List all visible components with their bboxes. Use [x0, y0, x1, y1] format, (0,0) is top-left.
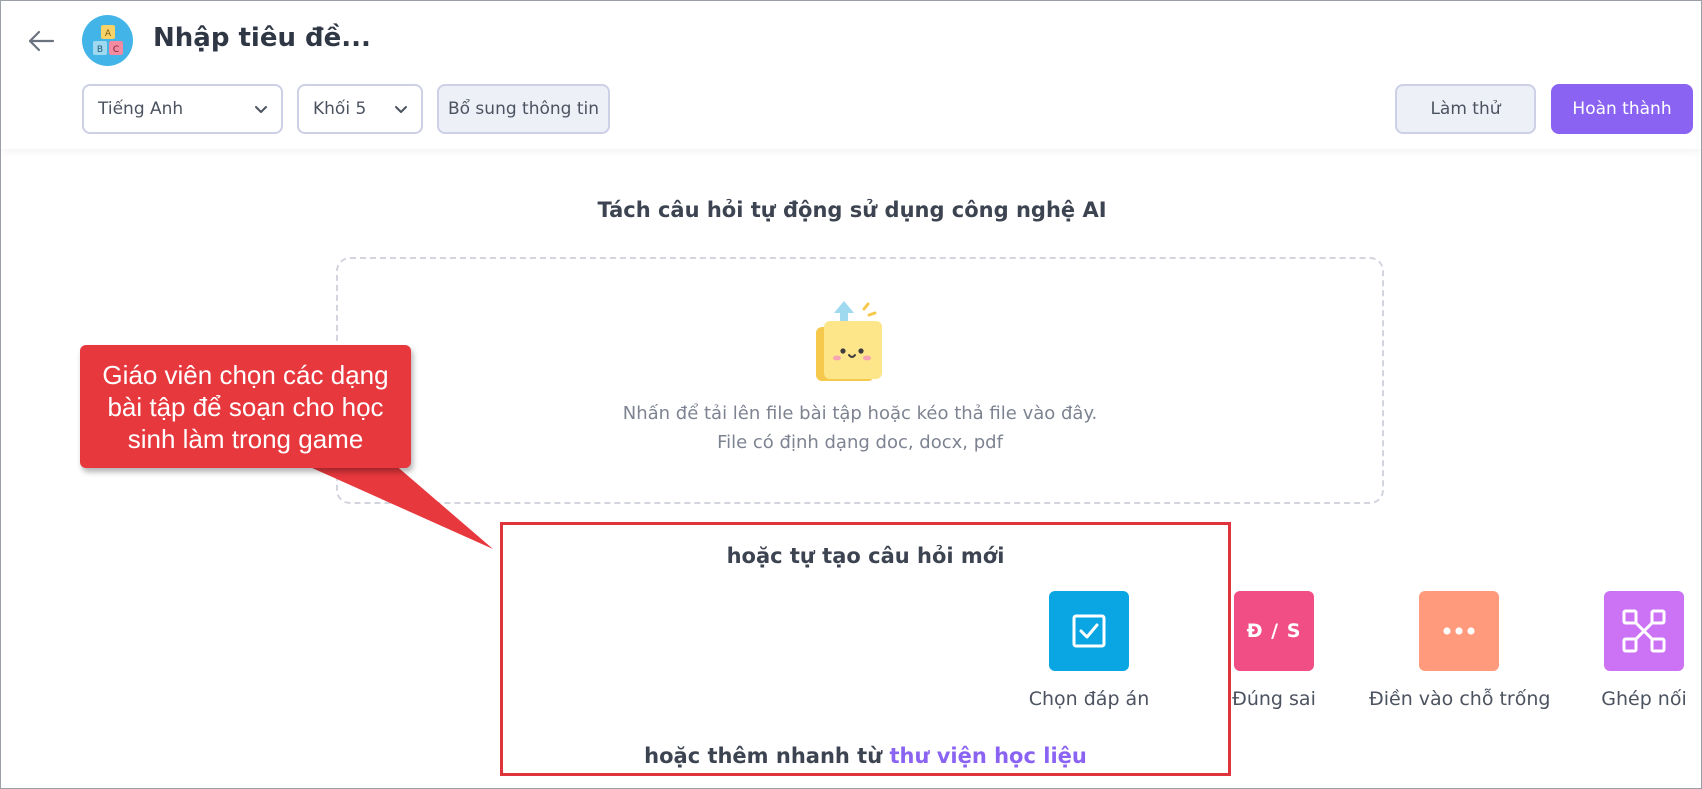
question-type-label: Điền vào chỗ trống — [1369, 688, 1551, 710]
match-nodes-icon — [1622, 609, 1666, 653]
true-false-tile: Đ / S — [1234, 591, 1314, 671]
chevron-down-icon — [255, 106, 267, 113]
library-link[interactable]: thư viện học liệu — [889, 744, 1086, 768]
create-section-title: hoặc tự tạo câu hỏi mới — [726, 544, 1005, 568]
editor-header: A B C Nhập tiêu đề... Tiếng Anh Khối 5 B… — [1, 1, 1701, 149]
svg-text:B: B — [96, 45, 102, 55]
question-type-matching[interactable]: Ghép nối — [1554, 591, 1701, 710]
grade-select-value: Khối 5 — [313, 99, 367, 119]
question-type-fill-blank[interactable]: Điền vào chỗ trống — [1369, 591, 1551, 710]
upload-format-hint: File có định dạng doc, docx, pdf — [717, 432, 1003, 453]
callout-text: Giáo viên chọn các dạng bài tập để soạn … — [102, 359, 389, 454]
fill-blank-tile — [1419, 591, 1499, 671]
ellipsis-icon — [1443, 627, 1475, 635]
abc-blocks-icon: A B C — [92, 24, 123, 55]
try-button[interactable]: Làm thử — [1395, 84, 1536, 134]
multiple-choice-tile — [1049, 591, 1129, 671]
grade-select[interactable]: Khối 5 — [297, 84, 423, 134]
question-type-multiple-choice[interactable]: Chọn đáp án — [999, 591, 1179, 710]
question-type-true-false[interactable]: Đ / S Đúng sai — [1184, 591, 1364, 710]
true-false-icon: Đ / S — [1246, 620, 1302, 642]
ai-section-title: Tách câu hỏi tự động sử dụng công nghệ A… — [597, 198, 1107, 222]
checkbox-icon — [1072, 614, 1106, 648]
upload-folder-icon — [816, 301, 882, 381]
game-avatar[interactable]: A B C — [82, 15, 133, 66]
svg-text:C: C — [112, 45, 118, 55]
upload-instruction: Nhấn để tải lên file bài tập hoặc kéo th… — [622, 403, 1098, 424]
back-button[interactable] — [23, 23, 59, 59]
upload-dropzone[interactable]: Nhấn để tải lên file bài tập hoặc kéo th… — [336, 257, 1384, 504]
question-type-highlight: hoặc tự tạo câu hỏi mới Chọn đáp án Đ / … — [500, 522, 1687, 776]
page-title[interactable]: Nhập tiêu đề... — [153, 23, 371, 53]
svg-text:A: A — [104, 29, 111, 39]
matching-tile — [1604, 591, 1684, 671]
question-type-label: Ghép nối — [1601, 688, 1687, 710]
annotation-callout: Giáo viên chọn các dạng bài tập để soạn … — [80, 345, 411, 468]
library-prefix: hoặc thêm nhanh từ — [644, 744, 883, 768]
chevron-down-icon — [395, 106, 407, 113]
question-type-label: Đúng sai — [1232, 688, 1316, 710]
subject-select-value: Tiếng Anh — [98, 99, 184, 119]
app-frame: A B C Nhập tiêu đề... Tiếng Anh Khối 5 B… — [0, 0, 1702, 789]
subject-select[interactable]: Tiếng Anh — [82, 84, 283, 134]
back-arrow-icon — [28, 30, 55, 52]
done-button[interactable]: Hoàn thành — [1551, 84, 1693, 134]
question-type-label: Chọn đáp án — [1028, 688, 1150, 710]
extra-info-button[interactable]: Bổ sung thông tin — [437, 84, 610, 134]
library-prompt: hoặc thêm nhanh từ thư viện học liệu — [503, 744, 1228, 768]
